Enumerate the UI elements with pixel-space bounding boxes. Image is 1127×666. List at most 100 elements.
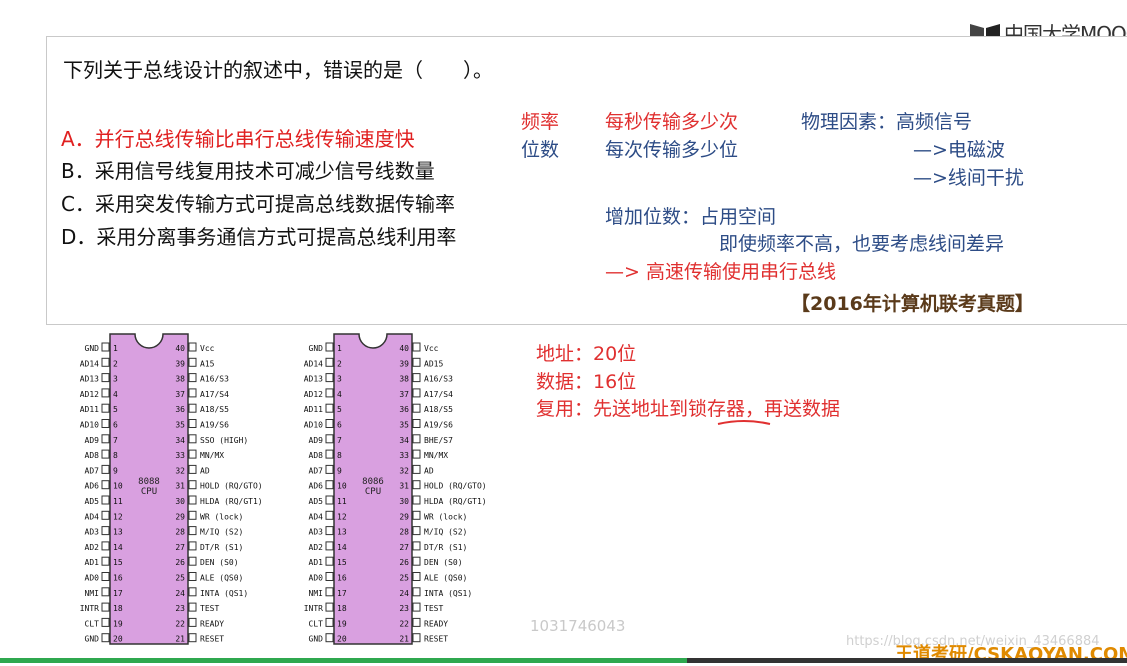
pin-box <box>101 556 110 566</box>
pin-box <box>412 633 421 643</box>
pin-box <box>412 464 421 474</box>
option-a[interactable]: A．并行总线传输比串行总线传输速度快 <box>61 123 415 152</box>
pin-number: 33 <box>175 451 185 460</box>
pin-label: AD4 <box>85 512 100 521</box>
pin-label: AD12 <box>80 390 99 399</box>
pin-label: ALE (QS0) <box>424 574 467 583</box>
pin-label: AD10 <box>304 421 323 430</box>
option-d[interactable]: D．采用分离事务通信方式可提高总线利用率 <box>61 221 456 250</box>
pin-label: M/IQ (S2) <box>200 528 243 537</box>
pin-number: 19 <box>337 619 347 628</box>
multiplex-note: 复用：先送地址到锁存器，再送数据 <box>536 398 841 420</box>
pin-box <box>188 526 197 536</box>
pin-number: 38 <box>175 375 185 384</box>
pin-label: TEST <box>200 604 219 613</box>
option-c[interactable]: C．采用突发传输方式可提高总线数据传输率 <box>61 188 455 217</box>
pin-label: AD13 <box>304 375 323 384</box>
pin-label: RESET <box>200 635 224 644</box>
pin-label: AD6 <box>309 482 324 491</box>
pin-box <box>412 449 421 459</box>
pin-label: AD14 <box>304 359 323 368</box>
bits-label: 位数 <box>521 139 560 161</box>
pin-number: 9 <box>113 466 118 475</box>
pin-number: 24 <box>399 589 409 598</box>
pin-number: 5 <box>337 405 342 414</box>
pin-label: M/IQ (S2) <box>424 528 467 537</box>
physical-note: 物理因素：高频信号 <box>801 111 973 133</box>
pin-label: HLDA (RQ/GT1) <box>200 497 263 506</box>
pin-label: AD3 <box>309 528 324 537</box>
pin-label: DEN (S0) <box>200 558 239 567</box>
pin-box <box>101 357 110 367</box>
pin-number: 1 <box>113 344 118 353</box>
pin-label: AD3 <box>85 528 100 537</box>
pin-label: AD0 <box>85 574 100 583</box>
pin-number: 17 <box>113 589 123 598</box>
pin-number: 10 <box>113 482 123 491</box>
pin-label: HOLD (RQ/GTO) <box>200 482 263 491</box>
pin-number: 39 <box>399 359 409 368</box>
pin-number: 19 <box>113 619 123 628</box>
pin-box <box>188 464 197 474</box>
pinout-svg: 8088CPU1GND 40 Vcc2AD14 39 A153AD13 38 A16/S34… <box>80 333 487 645</box>
pin-label: Vcc <box>200 344 215 353</box>
pin-number: 11 <box>337 497 347 506</box>
conclusion-note: —> 高速传输使用串行总线 <box>605 261 836 283</box>
pin-number: 34 <box>399 436 409 445</box>
pin-box <box>412 587 421 597</box>
pin-box <box>325 556 334 566</box>
pin-number: 13 <box>113 528 123 537</box>
pin-label: AD1 <box>85 558 100 567</box>
pin-box <box>188 373 197 383</box>
pin-number: 21 <box>399 635 409 644</box>
pin-label: A19/S6 <box>424 421 453 430</box>
pin-label: DEN (S0) <box>424 558 463 567</box>
pin-box <box>412 541 421 551</box>
pin-number: 37 <box>175 390 185 399</box>
pin-number: 31 <box>399 482 409 491</box>
pin-number: 36 <box>399 405 409 414</box>
pin-box <box>101 342 110 352</box>
address-note: 地址：20位 <box>536 343 637 365</box>
pin-label: AD2 <box>309 543 324 552</box>
pin-box <box>188 357 197 367</box>
pin-box <box>101 617 110 627</box>
option-b[interactable]: B．采用信号线复用技术可减少信号线数量 <box>61 155 435 184</box>
pin-box <box>188 434 197 444</box>
underline-mark <box>717 420 771 425</box>
pin-label: AD11 <box>80 405 99 414</box>
pin-number: 36 <box>175 405 185 414</box>
pin-number: 23 <box>399 604 409 613</box>
pin-number: 20 <box>113 635 123 644</box>
pin-number: 31 <box>175 482 185 491</box>
pin-box <box>412 495 421 505</box>
pin-box <box>101 449 110 459</box>
pin-label: AD4 <box>309 512 324 521</box>
pin-box <box>325 388 334 398</box>
pin-label: AD1 <box>309 558 324 567</box>
chip-name: 8086 <box>362 477 384 487</box>
pin-label: A17/S4 <box>200 390 229 399</box>
pin-label: TEST <box>424 604 443 613</box>
pin-number: 38 <box>399 375 409 384</box>
pin-box <box>412 526 421 536</box>
pin-label: DT/R (S1) <box>424 543 467 552</box>
pin-number: 33 <box>399 451 409 460</box>
pin-number: 22 <box>175 619 185 628</box>
pin-box <box>325 434 334 444</box>
pin-box <box>188 572 197 581</box>
pin-label: HLDA (RQ/GT1) <box>424 497 487 506</box>
pin-box <box>101 373 110 383</box>
pin-label: AD12 <box>304 390 323 399</box>
pin-label: GND <box>85 344 100 353</box>
pin-number: 27 <box>175 543 185 552</box>
pin-number: 24 <box>175 589 185 598</box>
chip-name: CPU <box>141 487 157 497</box>
video-progress-bar[interactable] <box>0 658 1127 663</box>
pin-box <box>325 480 334 490</box>
pin-box <box>412 373 421 383</box>
pin-label: AD8 <box>85 451 100 460</box>
pin-label: A18/S5 <box>424 405 453 414</box>
pin-box <box>412 342 421 352</box>
freq-desc: 每秒传输多少次 <box>605 111 739 133</box>
